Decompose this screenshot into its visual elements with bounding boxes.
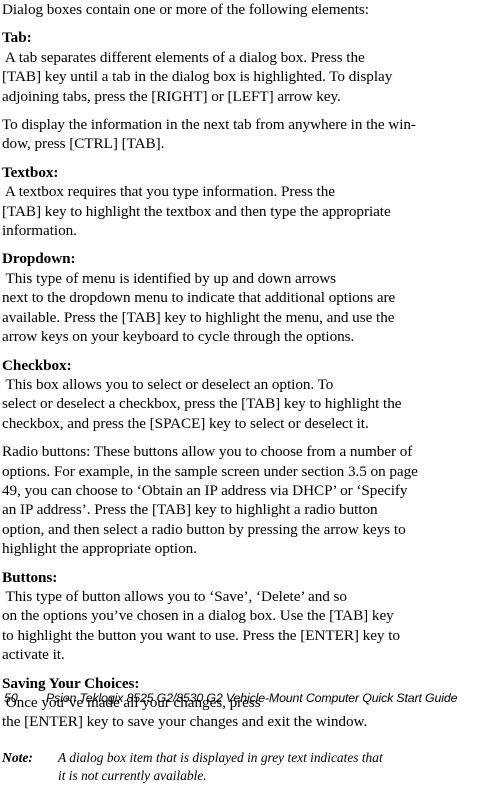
text-line: it is not currently available. (58, 768, 207, 784)
paragraph-checkbox: Checkbox: This box allows you to select … (2, 356, 498, 434)
text-line: To display the information in the next t… (2, 116, 416, 134)
run-in-heading-dropdown: Dropdown: (2, 250, 76, 268)
text-line: on the options you’ve chosen in a dialog… (2, 607, 394, 625)
footer-page-number: 50 (4, 691, 18, 705)
text-line: option, and then select a radio button b… (2, 520, 406, 538)
text-line: arrow keys on your keyboard to cycle thr… (2, 328, 355, 346)
text-line: [TAB] key until a tab in the dialog box … (2, 68, 393, 86)
text-line: 49, you can choose to ‘Obtain an IP addr… (2, 481, 408, 499)
text-line: A tab separates different elements of a … (2, 48, 365, 66)
text-line: This type of button allows you to ‘Save’… (2, 587, 347, 605)
text-line: [TAB] key to highlight the textbox and t… (2, 202, 391, 220)
paragraph-text: A textbox requires that you type informa… (2, 182, 498, 240)
page-footer: 50 Psion Teklogix 8525 G2/8530 G2 Vehicl… (0, 690, 500, 710)
run-in-heading-textbox: Textbox: (2, 163, 59, 181)
run-in-heading-buttons: Buttons: (2, 568, 58, 586)
text-line: Dialog boxes contain one or more of the … (2, 1, 369, 18)
text-line: the [ENTER] key to save your changes and… (2, 713, 368, 731)
text-line: Radio buttons: These buttons allow you t… (2, 443, 413, 461)
paragraph-textbox: Textbox: A textbox requires that you typ… (2, 163, 498, 241)
paragraph-intro: Dialog boxes contain one or more of the … (2, 0, 498, 19)
text-line: information. (2, 222, 77, 240)
paragraph-radio-buttons: Radio buttons: These buttons allow you t… (2, 442, 498, 558)
paragraph-tab: Tab: A tab separates different elements … (2, 28, 498, 106)
text-line: A dialog box item that is displayed in g… (58, 749, 383, 765)
paragraph-text: Dialog boxes contain one or more of the … (2, 0, 498, 19)
text-line: dow, press [CTRL] [TAB]. (2, 135, 165, 153)
body-text-column: Dialog boxes contain one or more of the … (2, 0, 498, 786)
text-line: highlight the appropriate option. (2, 540, 197, 558)
paragraph-buttons: Buttons: This type of button allows you … (2, 568, 498, 665)
text-line: next to the dropdown menu to indicate th… (2, 289, 396, 307)
footer-document-title: Psion Teklogix 8525 G2/8530 G2 Vehicle-M… (46, 691, 458, 705)
text-line: This box allows you to select or deselec… (2, 375, 334, 393)
paragraph-text: This type of button allows you to ‘Save’… (2, 587, 498, 665)
run-in-heading-checkbox: Checkbox: (2, 356, 72, 374)
paragraph-dropdown: Dropdown: This type of menu is identifie… (2, 249, 498, 346)
run-in-heading-tab: Tab: (2, 29, 32, 47)
text-line: activate it. (2, 646, 65, 664)
paragraph-text: This box allows you to select or deselec… (2, 375, 498, 433)
text-line: select or deselect a checkbox, press the… (2, 395, 402, 413)
paragraph-text: This type of menu is identified by up an… (2, 269, 498, 347)
text-line: checkbox, and press the [SPACE] key to s… (2, 414, 369, 432)
text-line: adjoining tabs, press the [RIGHT] or [LE… (2, 87, 341, 105)
paragraph-text: A tab separates different elements of a … (2, 48, 498, 106)
text-line: options. For example, in the sample scre… (2, 462, 418, 480)
text-line: This type of menu is identified by up an… (2, 269, 337, 287)
text-line: an IP address’. Press the [TAB] key to h… (2, 501, 378, 519)
note-body: A dialog box item that is displayed in g… (58, 749, 498, 786)
note-label: Note: (2, 749, 33, 765)
text-line: A textbox requires that you type informa… (2, 183, 335, 201)
text-line: available. Press the [TAB] key to highli… (2, 308, 395, 326)
note-block: Note: A dialog box item that is displaye… (2, 749, 498, 786)
text-line: to highlight the button you want to use.… (2, 626, 400, 644)
paragraph-next-tab: To display the information in the next t… (2, 115, 498, 154)
document-page: Dialog boxes contain one or more of the … (0, 0, 500, 783)
paragraph-text: To display the information in the next t… (2, 115, 498, 154)
paragraph-text: Radio buttons: These buttons allow you t… (2, 442, 498, 558)
